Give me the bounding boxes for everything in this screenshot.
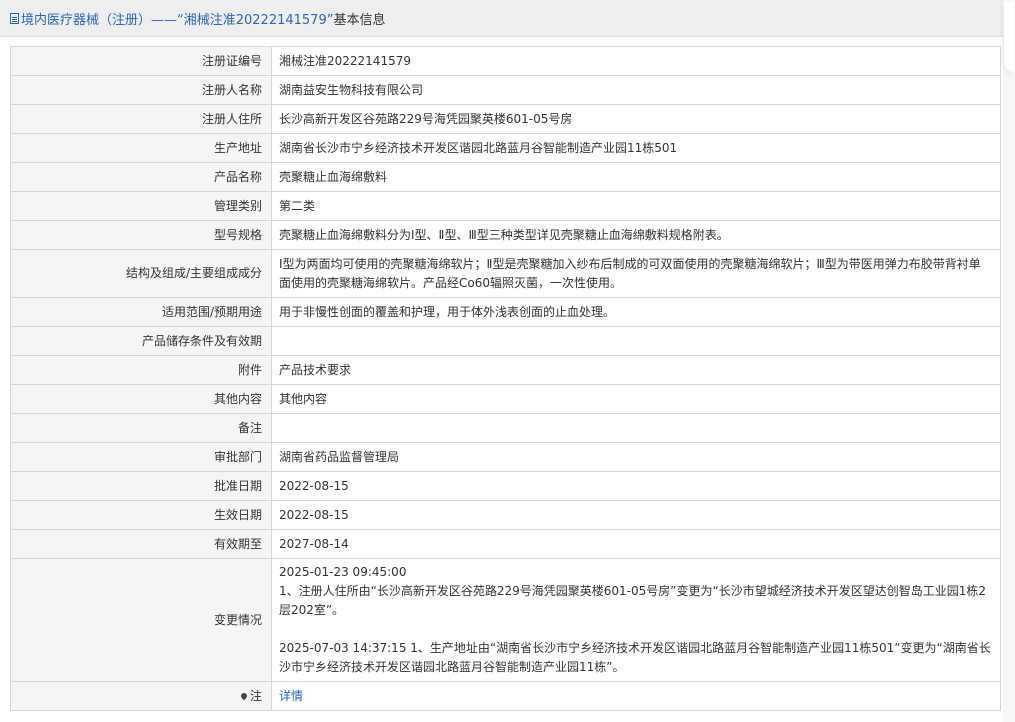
table-row: 生效日期 2022-08-15 [10, 500, 1001, 530]
row-label: 生产地址 [10, 133, 272, 163]
note-label: 注 [249, 688, 262, 703]
table-row: 批准日期 2022-08-15 [10, 471, 1001, 501]
row-label: 备注 [10, 413, 272, 443]
row-label: 变更情况 [10, 558, 272, 682]
table-row: 注册证编号 湘械注准20222141579 [10, 46, 1001, 76]
row-value: 湖南省长沙市宁乡经济技术开发区谐园北路蓝月谷智能制造产业园11栋501 [271, 133, 1001, 163]
row-value [271, 326, 1001, 356]
table-row: 产品名称 壳聚糖止血海绵敷料 [10, 162, 1001, 192]
row-label: 审批部门 [10, 442, 272, 472]
note-row: 注 详情 [10, 681, 1001, 711]
row-label: 批准日期 [10, 471, 272, 501]
row-value: 长沙高新开发区谷苑路229号海凭园聚英楼601-05号房 [271, 104, 1001, 134]
row-value: 湖南省药品监督管理局 [271, 442, 1001, 472]
info-table: 注册证编号 湘械注准20222141579 注册人名称 湖南益安生物科技有限公司… [10, 46, 1001, 711]
row-value: 湘械注准20222141579 [271, 46, 1001, 76]
row-label: 结构及组成/主要组成成分 [10, 249, 272, 298]
page-title: 境内医疗器械（注册）——“湘械注准20222141579” [21, 12, 334, 28]
row-value: 湖南益安生物科技有限公司 [271, 75, 1001, 105]
row-label: 适用范围/预期用途 [10, 297, 272, 327]
scrollbar[interactable] [1003, 0, 1015, 722]
table-row: 管理类别 第二类 [10, 191, 1001, 221]
row-value: 详情 [271, 681, 1001, 711]
row-value: 用于非慢性创面的覆盖和护理，用于体外浅表创面的止血处理。 [271, 297, 1001, 327]
table-row: 其他内容 其他内容 [10, 384, 1001, 414]
table-row: 附件 产品技术要求 [10, 355, 1001, 385]
table-row: 审批部门 湖南省药品监督管理局 [10, 442, 1001, 472]
change-history: 2025-01-23 09:45:00 1、注册人住所由“长沙高新开发区谷苑路2… [271, 558, 1001, 682]
change-entry: 1、注册人住所由“长沙高新开发区谷苑路229号海凭园聚英楼601-05号房”变更… [279, 584, 986, 617]
row-label: 注册证编号 [10, 46, 272, 76]
row-label: 型号规格 [10, 220, 272, 250]
row-value: 壳聚糖止血海绵敷料 [271, 162, 1001, 192]
table-row: 结构及组成/主要组成成分 Ⅰ型为两面均可使用的壳聚糖海绵软片；Ⅱ型是壳聚糖加入纱… [10, 249, 1001, 298]
row-label: 生效日期 [10, 500, 272, 530]
row-label: 附件 [10, 355, 272, 385]
table-row: 注册人住所 长沙高新开发区谷苑路229号海凭园聚英楼601-05号房 [10, 104, 1001, 134]
row-label: 产品储存条件及有效期 [10, 326, 272, 356]
row-value: 产品技术要求 [271, 355, 1001, 385]
table-row: 产品储存条件及有效期 [10, 326, 1001, 356]
row-label: 注 [10, 681, 272, 711]
table-row: 生产地址 湖南省长沙市宁乡经济技术开发区谐园北路蓝月谷智能制造产业园11栋501 [10, 133, 1001, 163]
row-value [271, 413, 1001, 443]
page-header: 境内医疗器械（注册）——“湘械注准20222141579” 基本信息 [0, 0, 1003, 37]
document-icon [10, 12, 19, 24]
row-label: 注册人住所 [10, 104, 272, 134]
row-label: 有效期至 [10, 529, 272, 559]
page-title-suffix: 基本信息 [333, 12, 386, 28]
row-label: 管理类别 [10, 191, 272, 221]
pin-icon [239, 691, 249, 700]
change-entry: 2025-07-03 14:37:15 1、生产地址由“湖南省长沙市宁乡经济技术… [279, 641, 991, 674]
row-value: 2022-08-15 [271, 471, 1001, 501]
row-value: 其他内容 [271, 384, 1001, 414]
change-history-row: 变更情况 2025-01-23 09:45:00 1、注册人住所由“长沙高新开发… [10, 558, 1001, 682]
change-timestamp: 2025-01-23 09:45:00 [279, 565, 407, 579]
table-row: 适用范围/预期用途 用于非慢性创面的覆盖和护理，用于体外浅表创面的止血处理。 [10, 297, 1001, 327]
details-link[interactable]: 详情 [279, 689, 303, 703]
row-value: Ⅰ型为两面均可使用的壳聚糖海绵软片；Ⅱ型是壳聚糖加入纱布后制成的可双面使用的壳聚… [271, 249, 1001, 298]
row-value: 2022-08-15 [271, 500, 1001, 530]
row-label: 产品名称 [10, 162, 272, 192]
table-row: 型号规格 壳聚糖止血海绵敷料分为Ⅰ型、Ⅱ型、Ⅲ型三种类型详见壳聚糖止血海绵敷料规… [10, 220, 1001, 250]
table-row: 有效期至 2027-08-14 [10, 529, 1001, 559]
row-value: 第二类 [271, 191, 1001, 221]
row-value: 2027-08-14 [271, 529, 1001, 559]
table-row: 备注 [10, 413, 1001, 443]
table-row: 注册人名称 湖南益安生物科技有限公司 [10, 75, 1001, 105]
row-value: 壳聚糖止血海绵敷料分为Ⅰ型、Ⅱ型、Ⅲ型三种类型详见壳聚糖止血海绵敷料规格附表。 [271, 220, 1001, 250]
scrollbar-thumb[interactable] [1004, 2, 1014, 72]
row-label: 其他内容 [10, 384, 272, 414]
row-label: 注册人名称 [10, 75, 272, 105]
